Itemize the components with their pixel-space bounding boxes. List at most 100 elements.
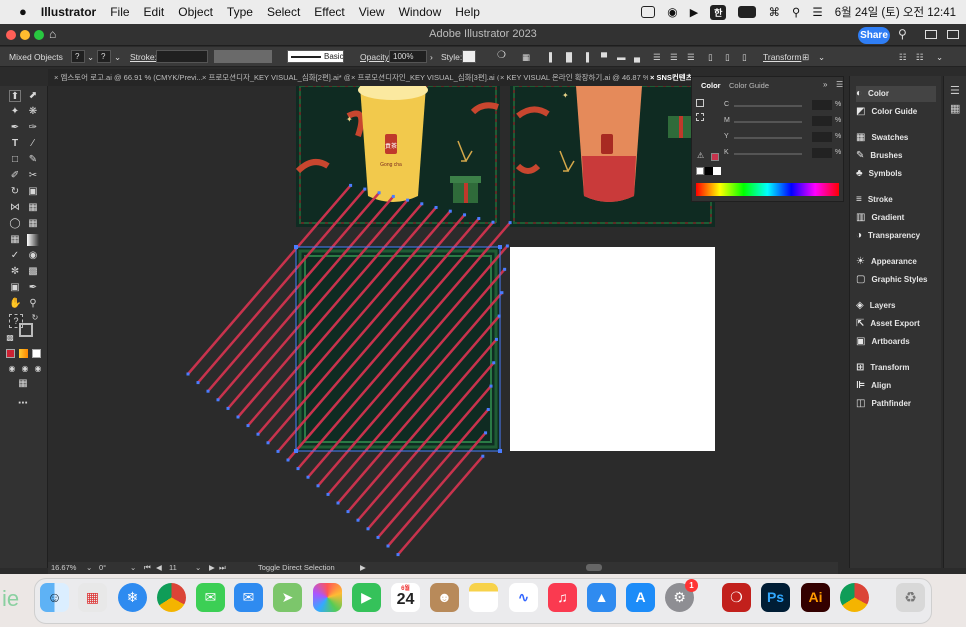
menu-app-name[interactable]: Illustrator: [34, 0, 103, 24]
transform-label[interactable]: Transform: [763, 52, 801, 62]
anchor-point[interactable]: [386, 544, 390, 548]
anchor-point[interactable]: [481, 454, 485, 458]
opacity-label[interactable]: Opacity:: [360, 52, 391, 62]
distribute-vcenter-icon[interactable]: ☰: [670, 52, 678, 63]
anchor-point[interactable]: [246, 424, 250, 428]
menu-type[interactable]: Type: [220, 0, 260, 24]
selection-tool-icon[interactable]: ⬆: [9, 90, 21, 102]
anchor-point[interactable]: [226, 406, 230, 410]
align-top-icon[interactable]: ▀: [601, 52, 607, 62]
scissors-tool-icon[interactable]: ✂: [27, 170, 39, 182]
perspective-grid-tool-icon[interactable]: ▦: [27, 218, 39, 230]
notes-icon[interactable]: [469, 583, 498, 612]
panel-item-appearance[interactable]: ☀ Appearance: [856, 254, 917, 270]
rotation-field[interactable]: 0°: [99, 563, 106, 572]
panel-item-transform[interactable]: ⊞ Transform: [856, 360, 910, 376]
arrange-documents-icon[interactable]: [925, 30, 937, 39]
channel-m-field[interactable]: [812, 116, 832, 126]
symbol-sprayer-tool-icon[interactable]: ✼: [9, 266, 21, 278]
align-right-icon[interactable]: ▐: [583, 52, 589, 62]
shaper-tool-icon[interactable]: ✐: [9, 170, 21, 182]
selection-handle[interactable]: [294, 449, 298, 453]
rotate-tool-icon[interactable]: ↻: [9, 186, 21, 198]
safari-icon[interactable]: ❄: [118, 583, 147, 612]
channel-k-field[interactable]: [812, 148, 832, 158]
anchor-point[interactable]: [366, 527, 370, 531]
anchor-point[interactable]: [206, 389, 210, 393]
finder-icon[interactable]: ☺: [40, 583, 69, 612]
apple-menu-icon[interactable]: ●: [12, 0, 34, 24]
distribute-top-icon[interactable]: ☰: [653, 52, 661, 63]
color-spectrum-bar[interactable]: [696, 183, 839, 196]
stroke-indicator-small[interactable]: [696, 113, 704, 121]
artboard-number-field[interactable]: 11: [169, 563, 177, 572]
anchor-point[interactable]: [377, 191, 381, 195]
anchor-point[interactable]: [505, 244, 509, 248]
align-hcenter-icon[interactable]: █: [566, 52, 572, 62]
blend-tool-icon[interactable]: ◉: [27, 250, 39, 262]
workspace-switcher-icon[interactable]: [947, 30, 959, 39]
mesh-tool-icon[interactable]: ▦: [9, 234, 21, 246]
control-center-icon[interactable]: ☰: [812, 5, 822, 19]
control-menu-icon[interactable]: ⌄: [818, 52, 825, 63]
anchor-point[interactable]: [356, 518, 360, 522]
anchor-point[interactable]: [186, 372, 190, 376]
anchor-point[interactable]: [406, 198, 410, 202]
photoshop-icon[interactable]: Ps: [761, 583, 790, 612]
illustrator-icon[interactable]: Ai: [801, 583, 830, 612]
stroke-dropdown-icon[interactable]: ⌄: [114, 52, 121, 63]
panel-options-icon[interactable]: ☷: [916, 52, 924, 63]
variable-width-profile[interactable]: [214, 50, 272, 63]
creative-cloud-icon[interactable]: ◉: [667, 5, 677, 19]
zoom-dropdown-icon[interactable]: ⌄: [86, 563, 92, 572]
align-vcenter-icon[interactable]: ▬: [617, 52, 626, 62]
tab-document-2[interactable]: × 프로모션디자_KEY VISUAL_심화[2편].ai* @ ...: [202, 69, 350, 86]
menu-object[interactable]: Object: [171, 0, 220, 24]
anchor-point[interactable]: [363, 187, 367, 191]
control-overflow-icon[interactable]: ⌄: [936, 52, 943, 63]
align-bottom-icon[interactable]: ▄: [634, 52, 640, 62]
contacts-icon[interactable]: ☻: [430, 583, 459, 612]
chrome-app-icon[interactable]: [840, 583, 869, 612]
share-button[interactable]: Share: [858, 27, 890, 44]
anchor-point[interactable]: [306, 475, 310, 479]
pen-tool-icon[interactable]: ✒: [9, 122, 21, 134]
swap-fill-stroke-icon[interactable]: ↻: [29, 312, 41, 324]
menu-file[interactable]: File: [103, 0, 136, 24]
color-guide-panel-tab[interactable]: Color Guide: [729, 81, 769, 90]
menu-select[interactable]: Select: [260, 0, 307, 24]
anchor-point[interactable]: [346, 510, 350, 514]
draw-inside-icon[interactable]: ◉: [32, 363, 44, 375]
anchor-point[interactable]: [508, 221, 512, 225]
none-mode-button[interactable]: [32, 349, 41, 358]
freeform-icon[interactable]: ∿: [509, 583, 538, 612]
default-fill-stroke-icon[interactable]: ▩: [4, 332, 16, 344]
panel-item-stroke[interactable]: ≡ Stroke: [856, 192, 893, 208]
hand-tool-icon[interactable]: ✋: [9, 298, 21, 310]
panel-item-graphic-styles[interactable]: ▢ Graphic Styles: [856, 272, 927, 288]
launchpad-icon[interactable]: ▦: [78, 583, 107, 612]
line-tool-icon[interactable]: ∕: [27, 138, 39, 150]
stripe-line[interactable]: [397, 455, 484, 556]
column-graph-tool-icon[interactable]: ▩: [27, 266, 39, 278]
mail-icon[interactable]: ✉: [234, 583, 263, 612]
trash-icon[interactable]: ♻: [896, 583, 925, 612]
fill-dropdown-icon[interactable]: ⌄: [87, 52, 94, 63]
artboard-tool-icon[interactable]: ▣: [9, 282, 21, 294]
anchor-point[interactable]: [326, 492, 330, 496]
type-tool-icon[interactable]: T: [9, 138, 21, 150]
tab-document-4[interactable]: × KEY VISUAL 온라인 확장하기.ai @ 46.87 %...: [500, 69, 648, 86]
distribute-left-icon[interactable]: ▯: [708, 52, 713, 63]
align-left-icon[interactable]: ▌: [549, 52, 555, 62]
next-artboard-icon[interactable]: ▶: [209, 563, 215, 572]
paintbrush-tool-icon[interactable]: ✎: [27, 154, 39, 166]
width-tool-icon[interactable]: ⋈: [9, 202, 21, 214]
anchor-point[interactable]: [391, 194, 395, 198]
out-of-gamut-icon[interactable]: ⚠: [697, 151, 704, 160]
anchor-point[interactable]: [486, 407, 490, 411]
stroke-weight-field[interactable]: [156, 50, 208, 63]
channel-m-slider[interactable]: [734, 121, 802, 123]
panel-item-layers[interactable]: ◈ Layers: [856, 298, 896, 314]
search-icon[interactable]: ⚲: [898, 27, 907, 41]
anchor-point[interactable]: [396, 553, 400, 557]
